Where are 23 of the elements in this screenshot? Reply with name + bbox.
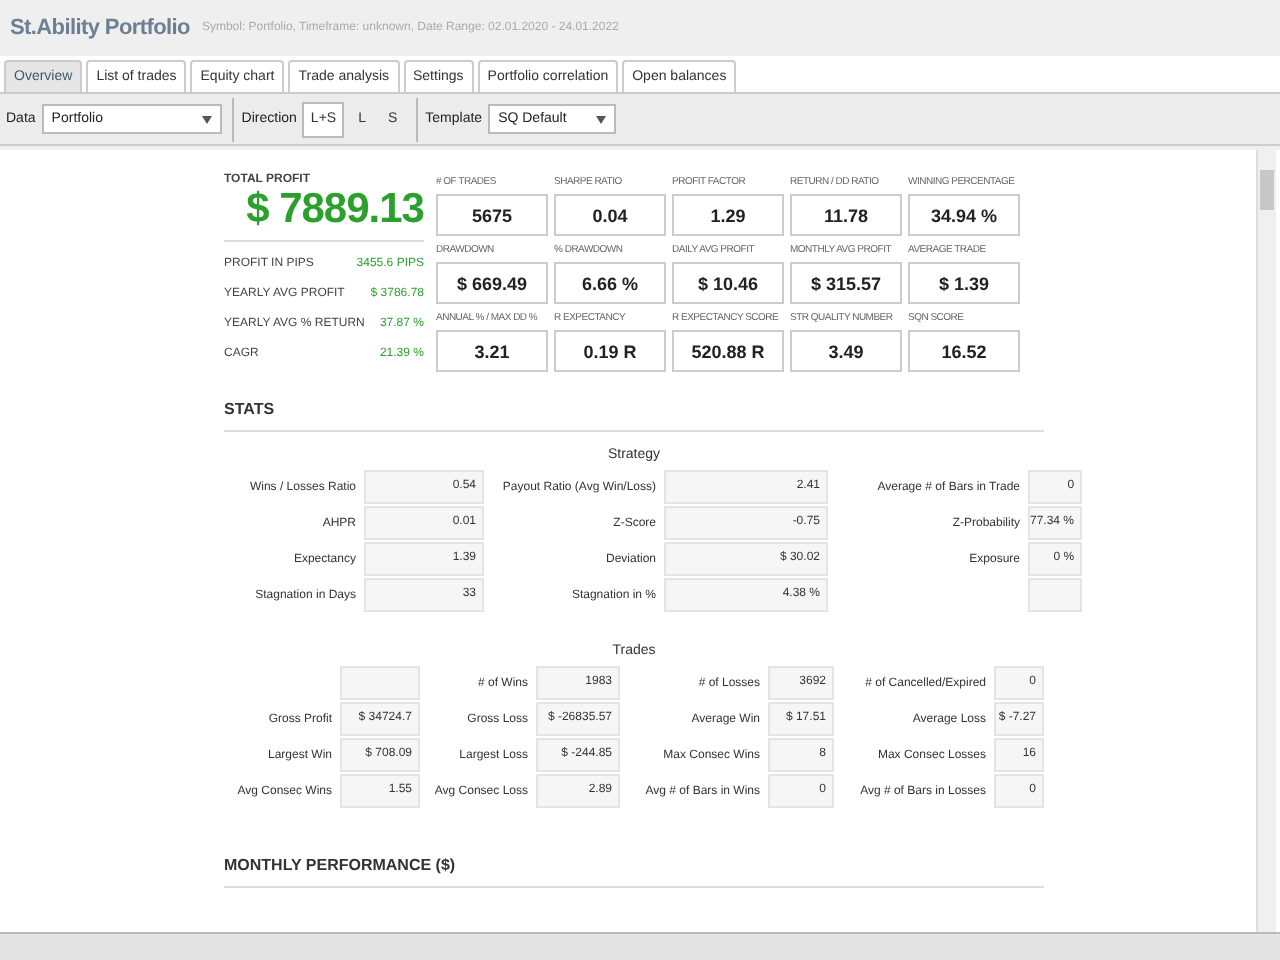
metric-value: 34.94 % — [908, 194, 1020, 236]
caret-icon — [596, 115, 607, 123]
metric-value: 1.29 — [672, 194, 784, 236]
metric-value: $ 315.57 — [790, 262, 902, 304]
metric-value: 6.66 % — [554, 262, 666, 304]
caret-icon — [201, 115, 212, 123]
metric-value: $ 10.46 — [672, 262, 784, 304]
section-title: STATS — [224, 400, 1044, 432]
metric-value: 3.49 — [790, 330, 902, 372]
metric-value: 0.04 — [554, 194, 666, 236]
app-title: St.Ability Portfolio — [10, 16, 190, 40]
metric-value: 16.52 — [908, 330, 1020, 372]
empty-stat-value — [1028, 578, 1083, 612]
metric-value: 3.21 — [436, 330, 548, 372]
metric-value: 11.78 — [790, 194, 902, 236]
metric-value: 520.88 R — [672, 330, 784, 372]
metric-value: 5675 — [436, 194, 548, 236]
metric-value: 0.19 R — [554, 330, 666, 372]
total-profit-value: $ 7889.13 — [224, 186, 424, 242]
section-title: MONTHLY PERFORMANCE ($) — [224, 856, 1044, 888]
metric-value: $ 1.39 — [908, 262, 1020, 304]
empty-stat-value — [340, 666, 420, 700]
metric-value: $ 669.49 — [436, 262, 548, 304]
